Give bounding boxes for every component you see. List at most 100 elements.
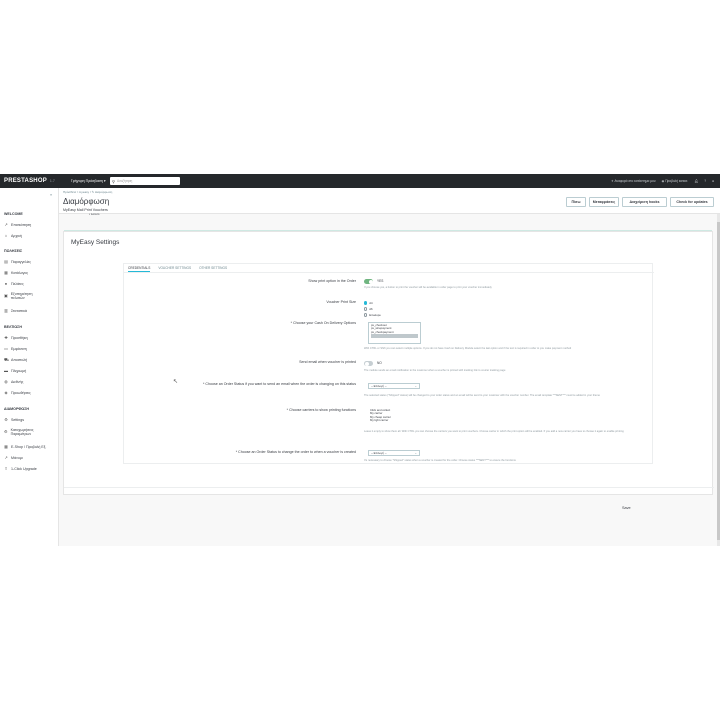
radio-dot <box>364 301 368 305</box>
cod-options-list[interactable]: ps_checkout ps_wirepayment ps_checkpayme… <box>368 322 421 344</box>
sidebar-item-label: Επισκόπηση <box>11 223 32 227</box>
carriers-help: Leave it empty to show them all. With CT… <box>364 430 624 433</box>
sidebar-item-overview[interactable]: ↗ Επισκόπηση <box>4 222 32 228</box>
collapse-sidebar-icon[interactable]: « <box>50 192 52 197</box>
trend-icon: ↗ <box>4 455 8 460</box>
sidebar-item-label: Μάνυμι <box>11 456 23 460</box>
carriers-label: * Choose carriers to show printing funct… <box>286 408 356 412</box>
settings-panel: MyEasy Settings CREDENTIALS VOUCHER SETT… <box>63 231 714 495</box>
truck-icon: ⛟ <box>4 357 10 362</box>
sidebar-item-label: Κατάλογος <box>11 271 29 275</box>
translations-button[interactable]: Μεταφράσεις <box>589 197 619 207</box>
back-button[interactable]: Πίσω <box>566 197 586 207</box>
inbox-icon: ▤ <box>4 259 8 264</box>
sidebar-item-label: 1-Click Upgrade <box>11 467 37 471</box>
help-icon[interactable]: ? <box>704 179 706 183</box>
panel-title: MyEasy Settings <box>71 239 120 246</box>
bell-icon[interactable]: 🔔︎ <box>694 179 698 183</box>
check-updates-button[interactable]: Check for updates <box>670 197 714 207</box>
voucher-size-label: Voucher Print Size <box>326 300 356 304</box>
globe-icon: ◍ <box>4 379 8 384</box>
sidebar-item-catalog[interactable]: ▦ Κατάλογος <box>4 271 29 276</box>
shop-link-label: Αναφορά στο κατάστημα μου <box>614 179 656 183</box>
send-email-help: The module sends an email notification t… <box>364 369 506 372</box>
sidebar-item-customers[interactable]: ● Πελάτες <box>4 281 24 287</box>
voucher-created-status-label: * Choose an Order Status to change the o… <box>235 450 356 454</box>
order-status-email-help: The selected status ("Shipped" status) w… <box>364 394 600 397</box>
sidebar-item-customer-service[interactable]: ▣ Εξυπηρέτηση πελατών <box>4 292 44 300</box>
radio-label: Envelope <box>369 313 381 317</box>
sidebar-item-upgrade[interactable]: ⇪ 1-Click Upgrade <box>4 467 37 472</box>
sidebar-section-improve: ΒΕΛΤΙΩΣΗ <box>4 325 22 329</box>
page-subtitle: MyEasy Mail Print Vouchers <box>63 208 108 212</box>
radio-label: A4 <box>369 301 373 305</box>
sidebar-item-label: Προωθήσεις <box>11 391 31 395</box>
sidebar-item-label: Στατιστικά <box>11 309 27 313</box>
sidebar-item-design[interactable]: ▭ Εμφάνιση <box>4 346 27 352</box>
sidebar-item-stats[interactable]: ▥ Στατιστικά <box>4 309 27 314</box>
toggle-knob <box>368 279 373 284</box>
sidebar-item-eshop[interactable]: ▦ E-Shop / Προβολή Εξ. <box>4 445 47 450</box>
view-shop-link[interactable]: ◉ Προβολή κατασ. <box>662 179 689 183</box>
select-value: -- Επιλογή -- <box>371 384 387 388</box>
voucher-size-envelope[interactable]: Envelope <box>364 313 381 317</box>
list-item[interactable]: My light carrier <box>370 418 419 422</box>
card-icon: ▬ <box>4 368 8 373</box>
sidebar-item-label: Πληρωμή <box>11 369 27 373</box>
voucher-size-a4[interactable]: A4 <box>364 301 373 305</box>
desktop-icon: ▭ <box>4 346 8 351</box>
page-title: Διαμόρφωση <box>63 197 110 206</box>
quick-access-menu[interactable]: Γρήγορη Πρόσβαση ▾ <box>71 179 106 183</box>
carriers-list[interactable]: Click and collect My carrier My cheap ca… <box>368 408 421 428</box>
list-item[interactable]: ps_cashondelivery <box>371 333 418 338</box>
sidebar-item-settings[interactable]: ⚙ Settings <box>4 418 24 423</box>
breadcrumb[interactable]: Πρόσθετα / myeasy / ✎ Διαμόρφωση <box>63 190 112 194</box>
order-status-email-select[interactable]: -- Επιλογή -- ⌄ <box>368 383 420 389</box>
sidebar-item-international[interactable]: ◍ Διεθνής <box>4 379 23 385</box>
sidebar-item-label: Πελάτες <box>11 282 24 286</box>
show-print-toggle[interactable] <box>364 279 373 284</box>
puzzle-icon: ✚ <box>4 335 8 340</box>
search-input[interactable]: ⚲ Αναζήτηση <box>110 177 180 185</box>
sidebar-item-parameters[interactable]: ⚙ Καταχωρήσεις Παραμέτρων <box>4 428 44 436</box>
version-label: 1.7 <box>49 179 55 183</box>
sidebar-item-label: Εξυπηρέτηση πελατών <box>10 292 33 300</box>
sidebar-item-label: E-Shop / Προβολή Εξ. <box>11 445 47 449</box>
voucher-size-a6[interactable]: A6 <box>364 307 373 311</box>
save-button[interactable]: Save <box>622 506 631 510</box>
trend-icon: ↗ <box>4 222 8 227</box>
sidebar-item-orders[interactable]: ▤ Παραγγελίες <box>4 259 31 265</box>
sidebar-item-payment[interactable]: ▬ Πληρωμή <box>4 368 27 374</box>
sidebar-item-promotions[interactable]: ◈ Προωθήσεις <box>4 390 31 396</box>
sidebar-item-manimi[interactable]: ↗ Μάνυμι <box>4 455 23 461</box>
search-icon: ⚲ <box>112 178 115 184</box>
chat-icon: ▣ <box>4 293 8 298</box>
sidebar-section-sales: ΠΩΛΗΣΕΙΣ <box>4 249 23 253</box>
chevron-down-icon: ⌄ <box>414 451 417 455</box>
tag-icon: ◈ <box>4 390 8 395</box>
sidebar-item-label: Αποστολή <box>11 358 28 362</box>
tabs-divider <box>124 272 654 273</box>
page-header: Πρόσθετα / myeasy / ✎ Διαμόρφωση Διαμόρφ… <box>59 188 720 216</box>
mouse-cursor-icon: ↖ <box>173 379 179 385</box>
send-email-toggle[interactable] <box>364 361 373 366</box>
sidebar-item-modules[interactable]: ✚ Προσθήκη <box>4 335 28 341</box>
sidebar-item-label: Settings <box>11 418 24 422</box>
sidebar-item-shipping[interactable]: ⛟ Αποστολή <box>4 357 28 363</box>
sidebar-section-configure: ΔΙΑΜΟΡΦΩΣΗ <box>4 407 29 411</box>
user-icon: ● <box>4 281 8 286</box>
chevron-down-icon: ⌄ <box>414 384 417 388</box>
sidebar-item-home[interactable]: ⌂ Αρχική <box>4 234 22 239</box>
select-value: -- Επιλογή -- <box>371 451 387 455</box>
shop-link[interactable]: ✈ Αναφορά στο κατάστημα μου <box>611 179 656 183</box>
sidebar-item-label: Εμφάνιση <box>11 347 27 351</box>
prestashop-logo[interactable]: PRESTASHOP <box>4 178 47 184</box>
user-icon[interactable]: ● <box>712 179 714 183</box>
voucher-created-status-select[interactable]: -- Επιλογή -- ⌄ <box>368 450 420 456</box>
show-print-help: If you choose yes, a button to print the… <box>364 286 492 289</box>
show-print-value: YES <box>377 279 384 283</box>
sidebar-item-label: Προσθήκη <box>11 336 28 340</box>
manage-hooks-button[interactable]: Διαχείριση hooks <box>622 197 667 207</box>
sidebar-item-label: Καταχωρήσεις Παραμέτρων <box>10 428 34 436</box>
radio-label: A6 <box>369 307 373 311</box>
